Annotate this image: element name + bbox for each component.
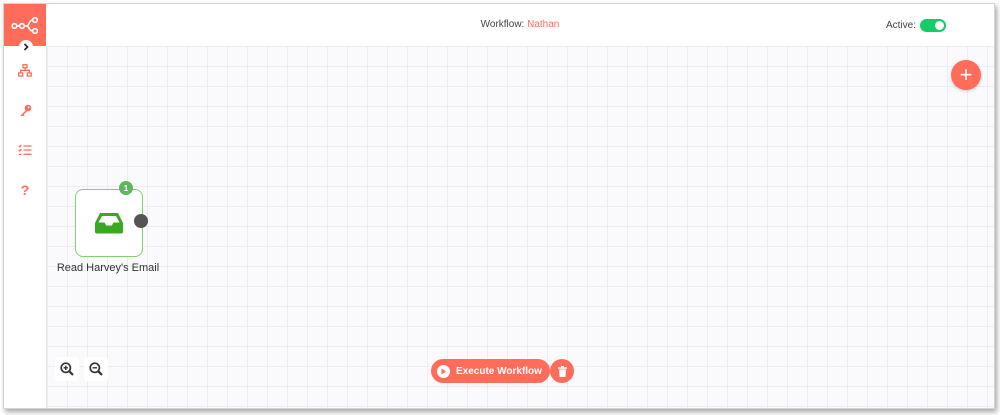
sitemap-icon [18, 63, 32, 77]
active-control: Active: [886, 19, 946, 32]
workflow-canvas[interactable]: + 1 Read Harvey's Email Execute Workflow [47, 46, 994, 408]
execute-label: Execute Workflow [456, 365, 542, 377]
zoom-out-icon [89, 362, 103, 376]
sidebar-item-credentials[interactable] [15, 100, 35, 120]
app-window: ? Workflow: Nathan Active: + 1 Read Harv… [3, 3, 995, 409]
workflow-name[interactable]: Nathan [527, 19, 559, 30]
node-execution-badge: 1 [119, 181, 133, 195]
node-output-port[interactable] [134, 214, 148, 228]
task-list-icon [18, 144, 32, 155]
zoom-in-icon [60, 362, 74, 376]
active-label: Active: [885, 20, 916, 31]
workflow-label: Workflow: [480, 19, 528, 30]
sidebar: ? [4, 4, 47, 408]
sidebar-item-workflows[interactable] [15, 60, 35, 80]
zoom-in-button[interactable] [55, 357, 79, 381]
inbox-icon [95, 213, 123, 234]
trash-icon [557, 365, 567, 377]
plus-icon: + [959, 62, 973, 87]
n8n-logo-icon [11, 16, 39, 34]
zoom-out-button[interactable] [84, 357, 108, 381]
sidebar-item-executions[interactable] [15, 140, 35, 160]
sidebar-expand-button[interactable] [19, 40, 33, 54]
workflow-title: Workflow: Nathan [46, 19, 994, 30]
delete-button[interactable] [550, 359, 574, 383]
header: Workflow: Nathan Active: [46, 4, 994, 46]
chevron-right-icon [23, 43, 29, 51]
question-icon: ? [20, 182, 30, 198]
sidebar-item-help[interactable]: ? [15, 180, 35, 200]
node-read-email[interactable] [75, 189, 143, 257]
active-toggle[interactable] [920, 19, 946, 32]
execute-workflow-button[interactable]: Execute Workflow [431, 359, 550, 383]
add-node-button[interactable]: + [951, 60, 981, 90]
key-icon [20, 104, 31, 116]
node-label: Read Harvey's Email [56, 262, 160, 274]
play-icon [437, 364, 450, 378]
